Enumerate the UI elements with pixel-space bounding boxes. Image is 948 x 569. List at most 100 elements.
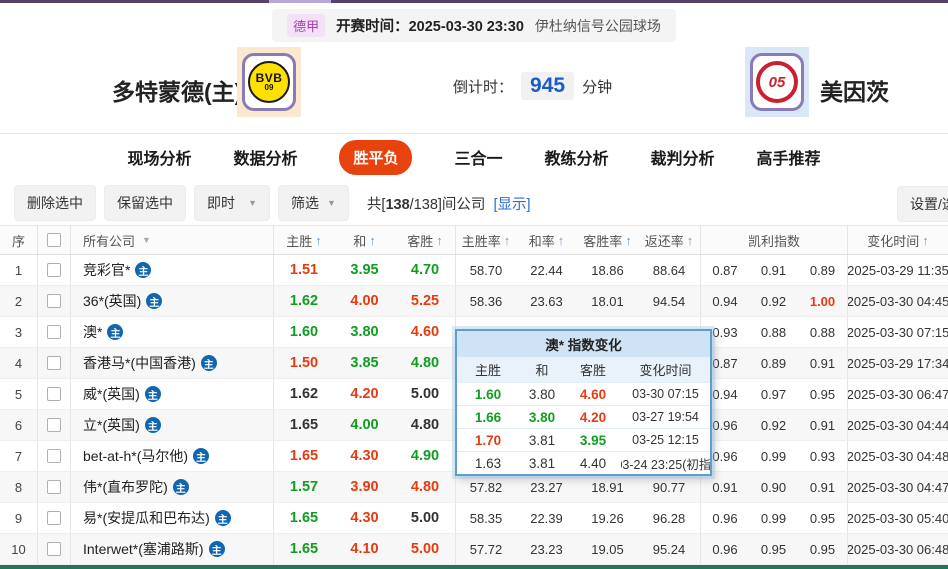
- tab-coach[interactable]: 教练分析: [545, 145, 609, 169]
- change-time: 2025-03-29 17:34: [847, 348, 948, 378]
- draw-odds[interactable]: 3.85: [334, 348, 395, 378]
- company-cell[interactable]: bet-at-h*(马尔他) 主: [70, 441, 273, 471]
- tab-live[interactable]: 现场分析: [127, 145, 191, 169]
- row-checkbox[interactable]: [47, 449, 61, 463]
- delete-selected-button[interactable]: 删除选中: [14, 185, 96, 221]
- away-odds[interactable]: 4.80: [395, 410, 455, 440]
- company-cell[interactable]: Interwet*(塞浦路斯) 主: [70, 534, 273, 564]
- company-cell[interactable]: 36*(英国) 主: [70, 286, 273, 316]
- away-odds[interactable]: 4.70: [395, 255, 455, 285]
- summary-total: 138: [385, 196, 410, 213]
- settings-select-button[interactable]: 设置/选择: [897, 186, 948, 222]
- filter-dropdown[interactable]: 筛选 ▼: [278, 185, 349, 221]
- tab-three-in-one[interactable]: 三合一: [454, 145, 502, 169]
- table-row[interactable]: 9 易*(安提瓜和巴布达) 主 1.65 4.30 5.00 58.35 22.39 19.26…: [0, 503, 948, 534]
- keep-selected-button[interactable]: 保留选中: [104, 185, 186, 221]
- draw-odds[interactable]: 4.30: [334, 503, 395, 533]
- row-checkbox[interactable]: [47, 356, 61, 370]
- draw-odds[interactable]: 4.30: [334, 441, 395, 471]
- company-name: 立*(英国): [83, 417, 140, 433]
- popup-away-odds: 4.40: [579, 455, 607, 471]
- draw-odds[interactable]: 4.00: [334, 286, 395, 316]
- bvb-logo-sub: 09: [264, 83, 274, 92]
- away-odds[interactable]: 5.25: [395, 286, 455, 316]
- col-home-odds[interactable]: 主胜 ↑: [273, 226, 334, 254]
- draw-odds[interactable]: 4.20: [334, 379, 395, 409]
- popup-away-odds: 3.95: [579, 432, 607, 448]
- table-row[interactable]: 1 竞彩官* 主 1.51 3.95 4.70 58.70 22.44 18.86 88.64 0.…: [0, 255, 948, 286]
- popup-change-time: 03-24 23:25(初指): [621, 457, 710, 472]
- away-odds[interactable]: 4.60: [395, 317, 455, 347]
- odds-history-popup: 澳* 指数变化 主胜 和 客胜 变化时间 1.60 3.80 4.60 03-30 07:1…: [455, 329, 712, 476]
- away-odds[interactable]: 5.00: [395, 379, 455, 409]
- row-checkbox[interactable]: [47, 542, 61, 556]
- row-checkbox[interactable]: [47, 325, 61, 339]
- away-odds[interactable]: 4.80: [395, 472, 455, 502]
- company-cell[interactable]: 威*(英国) 主: [70, 379, 273, 409]
- row-checkbox[interactable]: [47, 511, 61, 525]
- league-badge[interactable]: 德甲: [287, 14, 326, 37]
- primary-company-badge-icon: 主: [200, 355, 217, 371]
- table-row[interactable]: 8 伟*(直布罗陀) 主 1.57 3.90 4.80 57.82 23.27 18.91 90.…: [0, 472, 948, 503]
- company-cell[interactable]: 伟*(直布罗陀) 主: [70, 472, 273, 502]
- row-checkbox[interactable]: [47, 294, 61, 308]
- draw-odds[interactable]: 4.00: [334, 410, 395, 440]
- home-odds[interactable]: 1.62: [273, 379, 334, 409]
- home-odds[interactable]: 1.60: [273, 317, 334, 347]
- col-home-rate[interactable]: 主胜率 ↑: [455, 226, 516, 254]
- tab-data[interactable]: 数据分析: [233, 145, 297, 169]
- away-odds[interactable]: 4.90: [395, 441, 455, 471]
- bottom-accent-bar: [0, 565, 948, 569]
- popup-home-odds: 1.66: [474, 409, 502, 425]
- col-draw-rate[interactable]: 和率 ↑: [516, 226, 577, 254]
- home-odds[interactable]: 1.65: [273, 503, 334, 533]
- row-checkbox[interactable]: [47, 263, 61, 277]
- select-all-checkbox[interactable]: [47, 233, 61, 247]
- col-away-rate[interactable]: 客胜率 ↑: [577, 226, 638, 254]
- home-odds[interactable]: 1.65: [273, 534, 334, 564]
- company-cell[interactable]: 澳* 主: [70, 317, 273, 347]
- col-draw-odds[interactable]: 和 ↑: [334, 226, 395, 254]
- company-cell[interactable]: 易*(安提瓜和巴布达) 主: [70, 503, 273, 533]
- home-odds[interactable]: 1.51: [273, 255, 334, 285]
- home-odds[interactable]: 1.62: [273, 286, 334, 316]
- kelly-home: 0.96: [700, 534, 749, 564]
- row-index: 10: [11, 541, 26, 557]
- away-rate: 18.01: [591, 293, 624, 309]
- show-link[interactable]: [显示]: [493, 197, 530, 213]
- tab-1x2[interactable]: 胜平负: [339, 139, 413, 175]
- popup-draw-odds: 3.81: [528, 432, 556, 448]
- instant-dropdown[interactable]: 即时 ▼: [194, 185, 270, 221]
- company-cell[interactable]: 立*(英国) 主: [70, 410, 273, 440]
- company-cell[interactable]: 竞彩官* 主: [70, 255, 273, 285]
- table-row[interactable]: 2 36*(英国) 主 1.62 4.00 5.25 58.36 23.63 18.01 94.5…: [0, 286, 948, 317]
- row-checkbox[interactable]: [47, 387, 61, 401]
- company-name: 伟*(直布罗陀): [83, 479, 168, 495]
- company-name: 威*(英国): [83, 386, 140, 402]
- company-cell[interactable]: 香港马*(中国香港) 主: [70, 348, 273, 378]
- table-row[interactable]: 10 Interwet*(塞浦路斯) 主 1.65 4.10 5.00 57.72 23.23…: [0, 534, 948, 565]
- home-odds[interactable]: 1.57: [273, 472, 334, 502]
- away-odds[interactable]: 5.00: [395, 534, 455, 564]
- away-odds[interactable]: 5.00: [395, 503, 455, 533]
- col-change-time[interactable]: 变化时间 ↑: [847, 226, 948, 254]
- home-odds[interactable]: 1.65: [273, 410, 334, 440]
- company-count-summary: 共[138/138]间公司 [显示]: [367, 193, 531, 214]
- away-odds[interactable]: 4.80: [395, 348, 455, 378]
- draw-odds[interactable]: 3.90: [334, 472, 395, 502]
- col-return-rate[interactable]: 返还率 ↑: [638, 226, 700, 254]
- tab-expert[interactable]: 高手推荐: [757, 145, 821, 169]
- instant-dropdown-value: 即时: [207, 195, 235, 211]
- home-odds[interactable]: 1.65: [273, 441, 334, 471]
- row-checkbox[interactable]: [47, 480, 61, 494]
- draw-odds[interactable]: 3.80: [334, 317, 395, 347]
- mainz-logo-text: 05: [768, 73, 786, 91]
- summary-suffix: /138]间公司: [409, 196, 486, 213]
- home-odds[interactable]: 1.50: [273, 348, 334, 378]
- row-checkbox[interactable]: [47, 418, 61, 432]
- tab-referee[interactable]: 裁判分析: [651, 145, 715, 169]
- draw-odds[interactable]: 4.10: [334, 534, 395, 564]
- col-company[interactable]: 所有公司 ▼: [70, 226, 273, 254]
- draw-odds[interactable]: 3.95: [334, 255, 395, 285]
- col-away-odds[interactable]: 客胜 ↑: [395, 226, 455, 254]
